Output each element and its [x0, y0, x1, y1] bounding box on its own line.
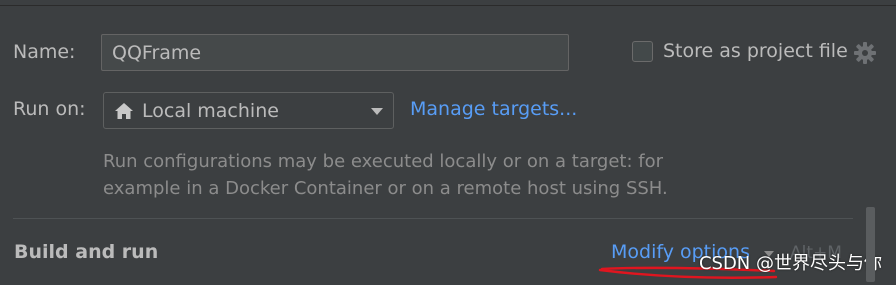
chevron-down-icon — [371, 108, 383, 115]
store-as-project-file-checkbox[interactable] — [632, 41, 653, 62]
section-divider — [13, 218, 853, 219]
name-label: Name: — [13, 41, 76, 63]
run-on-selected-value: Local machine — [142, 100, 279, 122]
home-icon — [115, 103, 133, 119]
store-as-project-file-label[interactable]: Store as project file — [663, 40, 848, 62]
name-input[interactable] — [101, 34, 569, 71]
run-on-label: Run on: — [13, 98, 86, 120]
watermark: CSDN @世界尽头与你 — [698, 253, 882, 274]
build-and-run-heading: Build and run — [14, 241, 159, 263]
run-on-select[interactable]: Local machine — [103, 92, 394, 129]
hint-line-1: Run configurations may be executed local… — [103, 151, 664, 172]
top-separator — [0, 5, 896, 6]
hint-line-2: example in a Docker Container or on a re… — [103, 178, 668, 199]
gear-icon[interactable] — [853, 41, 877, 65]
run-on-hint: Run configurations may be executed local… — [103, 148, 743, 202]
scrollbar-thumb[interactable] — [866, 207, 875, 282]
manage-targets-link[interactable]: Manage targets... — [410, 98, 577, 120]
